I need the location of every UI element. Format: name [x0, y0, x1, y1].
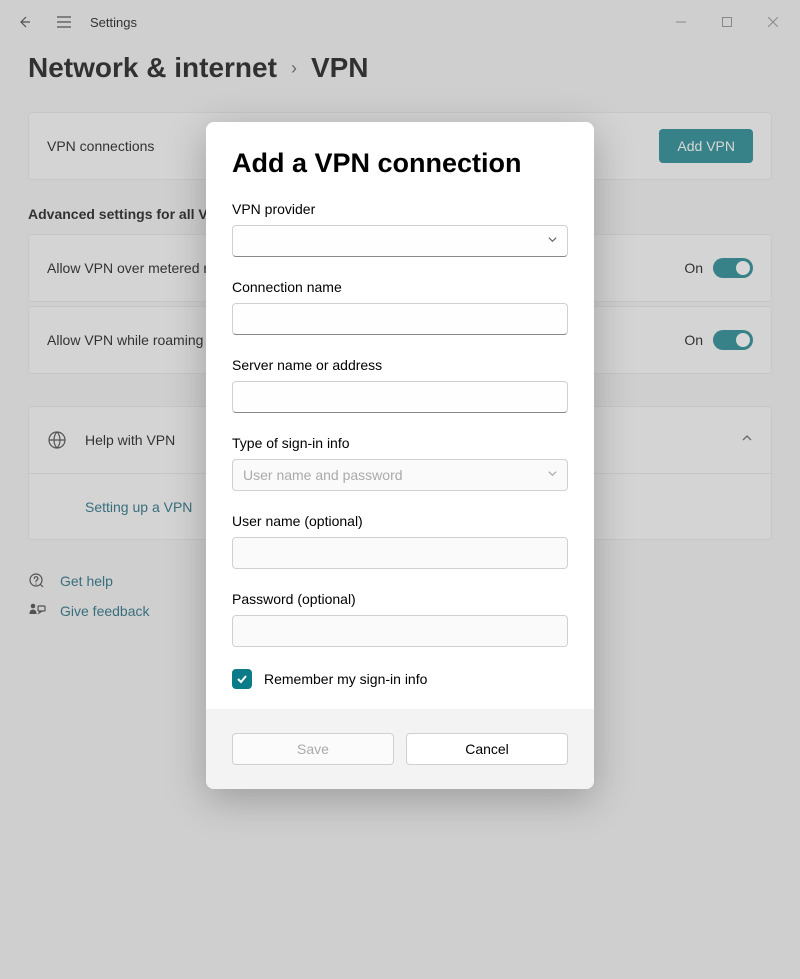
- remember-label: Remember my sign-in info: [264, 671, 427, 687]
- signin-type-label: Type of sign-in info: [232, 435, 568, 451]
- password-input[interactable]: [232, 615, 568, 647]
- signin-type-select[interactable]: [232, 459, 568, 491]
- cancel-button[interactable]: Cancel: [406, 733, 568, 765]
- server-name-label: Server name or address: [232, 357, 568, 373]
- password-label: Password (optional): [232, 591, 568, 607]
- username-input[interactable]: [232, 537, 568, 569]
- username-label: User name (optional): [232, 513, 568, 529]
- server-name-input[interactable]: [232, 381, 568, 413]
- dialog-title: Add a VPN connection: [232, 148, 568, 179]
- vpn-provider-select[interactable]: [232, 225, 568, 257]
- checkmark-icon: [236, 673, 248, 685]
- dialog-overlay: Add a VPN connection VPN provider Connec…: [0, 0, 800, 979]
- connection-name-label: Connection name: [232, 279, 568, 295]
- save-button[interactable]: Save: [232, 733, 394, 765]
- add-vpn-dialog: Add a VPN connection VPN provider Connec…: [206, 122, 594, 789]
- connection-name-input[interactable]: [232, 303, 568, 335]
- vpn-provider-label: VPN provider: [232, 201, 568, 217]
- remember-checkbox[interactable]: [232, 669, 252, 689]
